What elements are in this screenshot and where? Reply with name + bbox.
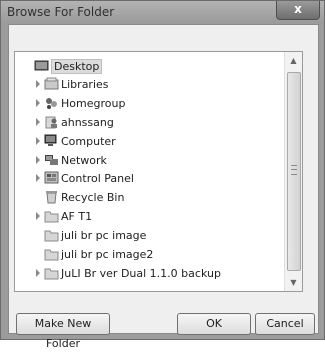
expand-arrow-icon[interactable] [36, 80, 40, 88]
scrollbar-grip-icon [291, 165, 297, 175]
tree-item-label: juli br pc image [61, 229, 147, 242]
vertical-scrollbar[interactable]: ▲ ▼ [284, 52, 302, 291]
expand-arrow-icon[interactable] [36, 156, 40, 164]
expand-arrow-icon[interactable] [36, 137, 40, 145]
cancel-button[interactable]: Cancel [255, 313, 315, 335]
libraries-icon [44, 77, 59, 90]
tree-item-label: Desktop [51, 59, 103, 74]
network-icon [45, 155, 58, 165]
control-panel-icon [44, 171, 59, 184]
tree-item-label: Libraries [61, 78, 109, 91]
folder-icon [44, 249, 59, 261]
folder-tree[interactable]: Desktop Libraries Homegroup ahnssang Com… [14, 51, 303, 292]
tree-item-label: Control Panel [61, 172, 134, 185]
title-bar: Browse For Folder x [1, 1, 324, 23]
desktop-icon [34, 60, 49, 71]
scroll-up-arrow-icon[interactable]: ▲ [285, 52, 302, 69]
expand-arrow-icon[interactable] [36, 99, 40, 107]
tree-item-label: juli br pc image2 [61, 248, 154, 261]
tree-item-label: Recycle Bin [61, 191, 125, 204]
recycle-bin-icon [46, 191, 57, 204]
tree-item-label: JuLI Br ver Dual 1.1.0 backup [61, 267, 221, 280]
window-title: Browse For Folder [7, 5, 115, 19]
ok-button[interactable]: OK [177, 313, 251, 335]
tree-item-label: Homegroup [61, 97, 126, 110]
expand-arrow-icon[interactable] [36, 212, 40, 220]
expand-arrow-icon[interactable] [36, 174, 40, 182]
scrollbar-thumb[interactable] [287, 72, 301, 271]
tree-item-label: Network [61, 154, 107, 167]
user-folder-icon [45, 116, 57, 129]
expand-arrow-icon[interactable] [36, 118, 40, 126]
folder-icon [44, 230, 59, 242]
folder-icon [44, 268, 59, 280]
expand-arrow-icon[interactable] [36, 269, 40, 277]
close-button[interactable]: x [276, 1, 320, 20]
tree-item-label: Computer [61, 135, 116, 148]
folder-icon [44, 211, 59, 223]
computer-icon [44, 134, 57, 146]
scroll-down-arrow-icon[interactable]: ▼ [285, 274, 302, 291]
make-new-folder-button[interactable]: Make New Folder [16, 313, 110, 350]
tree-item-label: ahnssang [61, 116, 114, 129]
tree-item-label: AF T1 [61, 210, 93, 223]
homegroup-icon [46, 98, 57, 109]
